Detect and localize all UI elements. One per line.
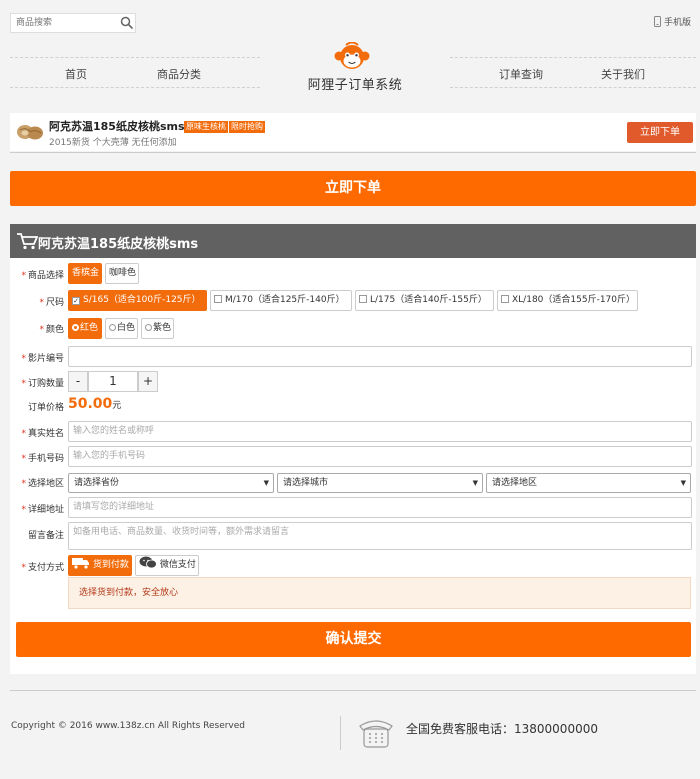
nav-order-query[interactable]: 订单查询: [481, 66, 561, 82]
phone-input[interactable]: 输入您的手机号码: [68, 446, 692, 467]
divider: [10, 152, 696, 153]
caret-down-icon: ▼: [472, 479, 478, 487]
checkbox: [501, 295, 509, 303]
product-tag: 限时抢购: [229, 121, 265, 133]
search-box[interactable]: [10, 13, 136, 33]
divider: [10, 87, 260, 88]
hotline: 全国免费客服电话：13800000000: [406, 722, 598, 736]
quantity-plus-button[interactable]: +: [138, 371, 158, 392]
buy-now-small-button[interactable]: 立即下单: [627, 122, 693, 143]
checkbox-checked: ✓: [72, 297, 80, 305]
copyright: Copyright © 2016 www.138z.cn All Rights …: [11, 721, 246, 731]
color-label: * 颜色: [39, 325, 64, 335]
mobile-label: 手机版: [664, 18, 692, 28]
payment-option-wechat[interactable]: 微信支付: [135, 555, 199, 576]
checkbox: [359, 295, 367, 303]
color-option-white[interactable]: 白色: [105, 318, 138, 339]
order-now-button[interactable]: 立即下单: [10, 171, 696, 206]
region-label: * 选择地区: [21, 479, 64, 489]
price-label: 订单价格: [27, 403, 64, 413]
nav-categories[interactable]: 商品分类: [139, 66, 219, 82]
payment-notice: 选择货到付款，安全放心: [68, 577, 691, 609]
divider: [340, 716, 341, 750]
site-title: 阿狸子订单系统: [307, 78, 403, 93]
payment-label: * 支付方式: [21, 563, 64, 573]
wechat-icon: [139, 556, 157, 569]
product-option-coffee[interactable]: 咖啡色: [105, 263, 139, 284]
truck-icon: [72, 558, 89, 569]
radio: [109, 324, 116, 331]
color-option-purple[interactable]: 紫色: [141, 318, 174, 339]
order-price: 50.00元: [68, 396, 122, 412]
city-select[interactable]: 请选择城市 ▼: [277, 473, 483, 493]
product-name: 阿克苏温185纸皮核桃sms: [49, 120, 185, 133]
film-no-label: * 影片编号: [21, 354, 64, 364]
address-input[interactable]: 请填写您的详细地址: [68, 497, 692, 518]
name-input[interactable]: 输入您的姓名或称呼: [68, 421, 692, 442]
walnut-image: [16, 121, 44, 144]
quantity-minus-button[interactable]: -: [68, 371, 88, 392]
phone-label: * 手机号码: [21, 454, 64, 464]
form-title: 阿克苏温185纸皮核桃sms: [38, 237, 199, 252]
film-no-input[interactable]: [68, 346, 692, 367]
divider: [10, 57, 260, 58]
submit-button[interactable]: 确认提交: [16, 622, 691, 657]
form-header: 阿克苏温185纸皮核桃sms: [10, 224, 696, 258]
product-subtitle: 2015新货 个大壳薄 无任何添加: [49, 138, 177, 148]
telephone-icon: [358, 716, 394, 753]
size-option-l[interactable]: L/175（适合140斤-155斤）: [355, 290, 494, 311]
product-option-champagne[interactable]: 香槟金: [68, 263, 102, 284]
province-select[interactable]: 请选择省份 ▼: [68, 473, 274, 493]
quantity-stepper[interactable]: 1: [88, 371, 138, 392]
product-tag: 原味生核桃: [184, 121, 228, 133]
divider: [450, 87, 696, 88]
size-option-xl[interactable]: XL/180（适合155斤-170斤）: [497, 290, 638, 311]
size-label: * 尺码: [39, 298, 64, 308]
nav-about[interactable]: 关于我们: [583, 66, 663, 82]
message-label: 留言备注: [27, 531, 64, 541]
message-textarea[interactable]: 如备用电话、商品数量、收货时间等，额外需求请留言: [68, 522, 692, 550]
cart-icon: [17, 233, 38, 250]
payment-option-cod[interactable]: 货到付款: [68, 555, 132, 576]
product-label: * 商品选择: [21, 271, 64, 281]
name-label: * 真实姓名: [21, 429, 64, 439]
caret-down-icon: ▼: [680, 479, 686, 487]
quantity-label: * 订购数量: [21, 379, 64, 389]
divider: [450, 57, 696, 58]
monkey-logo-icon[interactable]: [334, 41, 370, 75]
search-input[interactable]: [11, 14, 115, 32]
phone-icon: [654, 16, 661, 27]
size-option-s[interactable]: ✓ S/165（适合100斤-125斤）: [68, 290, 207, 311]
address-label: * 详细地址: [21, 505, 64, 515]
district-select[interactable]: 请选择地区 ▼: [486, 473, 691, 493]
color-option-red[interactable]: 红色: [68, 318, 102, 339]
size-option-m[interactable]: M/170（适合125斤-140斤）: [210, 290, 352, 311]
nav-home[interactable]: 首页: [36, 66, 116, 82]
radio: [145, 324, 152, 331]
divider: [10, 690, 696, 691]
radio-selected: [72, 324, 79, 331]
mobile-version-link[interactable]: 手机版: [654, 15, 691, 28]
checkbox: [214, 295, 222, 303]
caret-down-icon: ▼: [263, 479, 269, 487]
search-icon[interactable]: [120, 16, 134, 30]
